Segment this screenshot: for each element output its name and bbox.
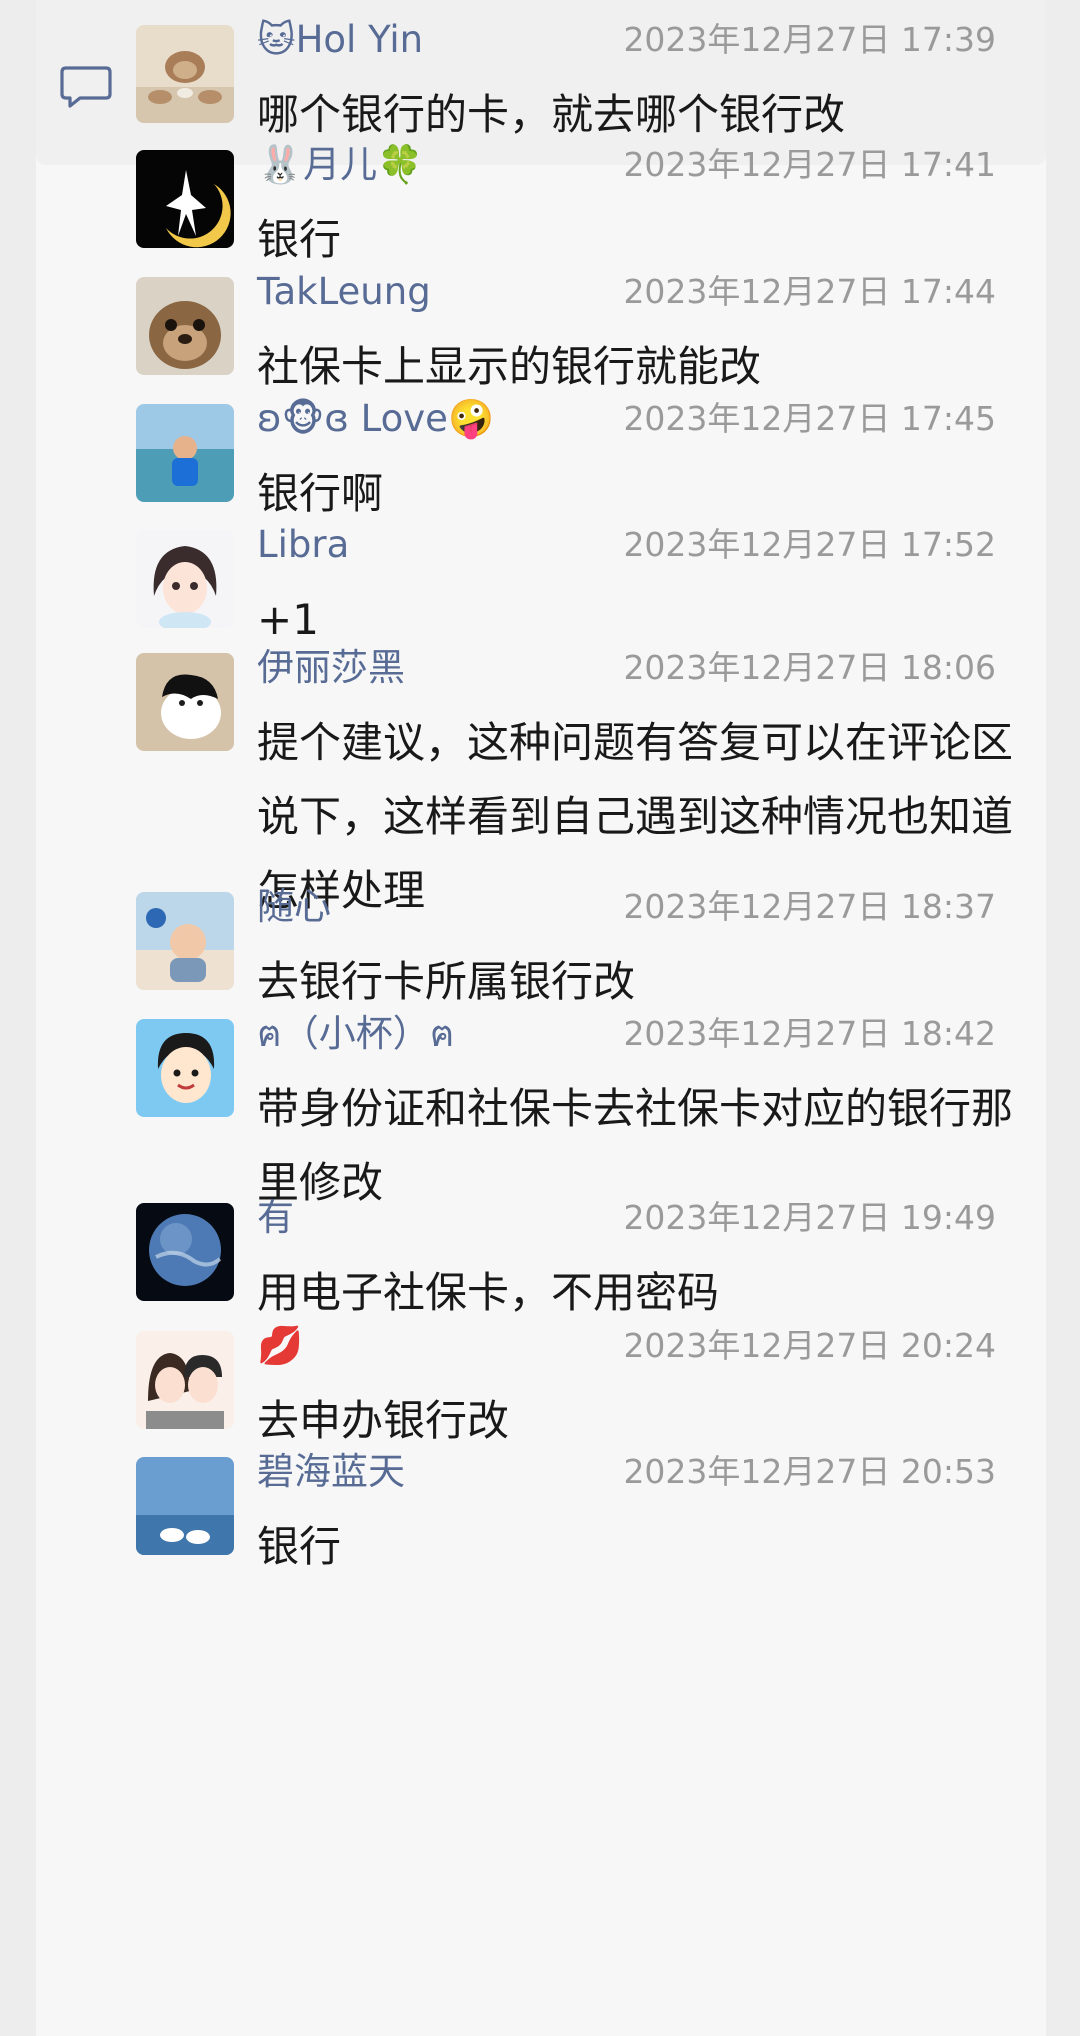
- comment-author[interactable]: 💋: [257, 1321, 303, 1371]
- comment-time: 2023年12月27日 17:44: [623, 272, 996, 311]
- comment-time: 2023年12月27日 19:49: [623, 1198, 996, 1237]
- avatar[interactable]: [136, 1019, 234, 1117]
- comment-time: 2023年12月27日 18:37: [623, 887, 996, 926]
- comment-bubble-icon[interactable]: [60, 62, 112, 110]
- comment-author[interactable]: ฅ（小杯）ฅ: [257, 1009, 455, 1059]
- comment-author[interactable]: 有: [257, 1193, 294, 1243]
- avatar[interactable]: [136, 530, 234, 628]
- avatar[interactable]: [136, 150, 234, 248]
- comments-panel: 🐱Hol Yin 2023年12月27日 17:39 哪个银行的卡，就去哪个银行…: [36, 0, 1046, 2036]
- comment-text: 社保卡上显示的银行就能改: [257, 342, 762, 391]
- comment-time: 2023年12月27日 20:24: [623, 1326, 996, 1365]
- comment-author[interactable]: 伊丽莎黑: [257, 643, 405, 693]
- avatar[interactable]: [136, 1331, 234, 1429]
- comment-text: 银行: [257, 215, 342, 264]
- avatar[interactable]: [136, 1457, 234, 1555]
- comment-time: 2023年12月27日 17:45: [623, 399, 996, 438]
- comment-time: 2023年12月27日 17:41: [623, 145, 996, 184]
- comment-author[interactable]: 随心: [257, 882, 331, 932]
- comment-text: 银行: [257, 1522, 342, 1571]
- avatar[interactable]: [136, 25, 234, 123]
- comment-time: 2023年12月27日 17:39: [623, 20, 996, 59]
- avatar[interactable]: [136, 892, 234, 990]
- comment-time: 2023年12月27日 18:42: [623, 1014, 996, 1053]
- comment-text: 去银行卡所属银行改: [257, 957, 636, 1006]
- avatar[interactable]: [136, 277, 234, 375]
- comment-author[interactable]: 🐰月儿🍀: [257, 140, 423, 190]
- avatar[interactable]: [136, 1203, 234, 1301]
- comment-author[interactable]: ʚ🐵ɞ Love🤪: [257, 394, 494, 444]
- comment-author[interactable]: 碧海蓝天: [257, 1447, 405, 1497]
- avatar[interactable]: [136, 653, 234, 751]
- comment-text: 用电子社保卡，不用密码: [257, 1268, 720, 1317]
- comment-author[interactable]: Libra: [257, 520, 349, 570]
- comment-author[interactable]: TakLeung: [257, 267, 431, 317]
- comment-time: 2023年12月27日 20:53: [623, 1452, 996, 1491]
- comment-time: 2023年12月27日 18:06: [623, 648, 996, 687]
- comment-time: 2023年12月27日 17:52: [623, 525, 996, 564]
- avatar[interactable]: [136, 404, 234, 502]
- comment-author[interactable]: 🐱Hol Yin: [257, 15, 423, 65]
